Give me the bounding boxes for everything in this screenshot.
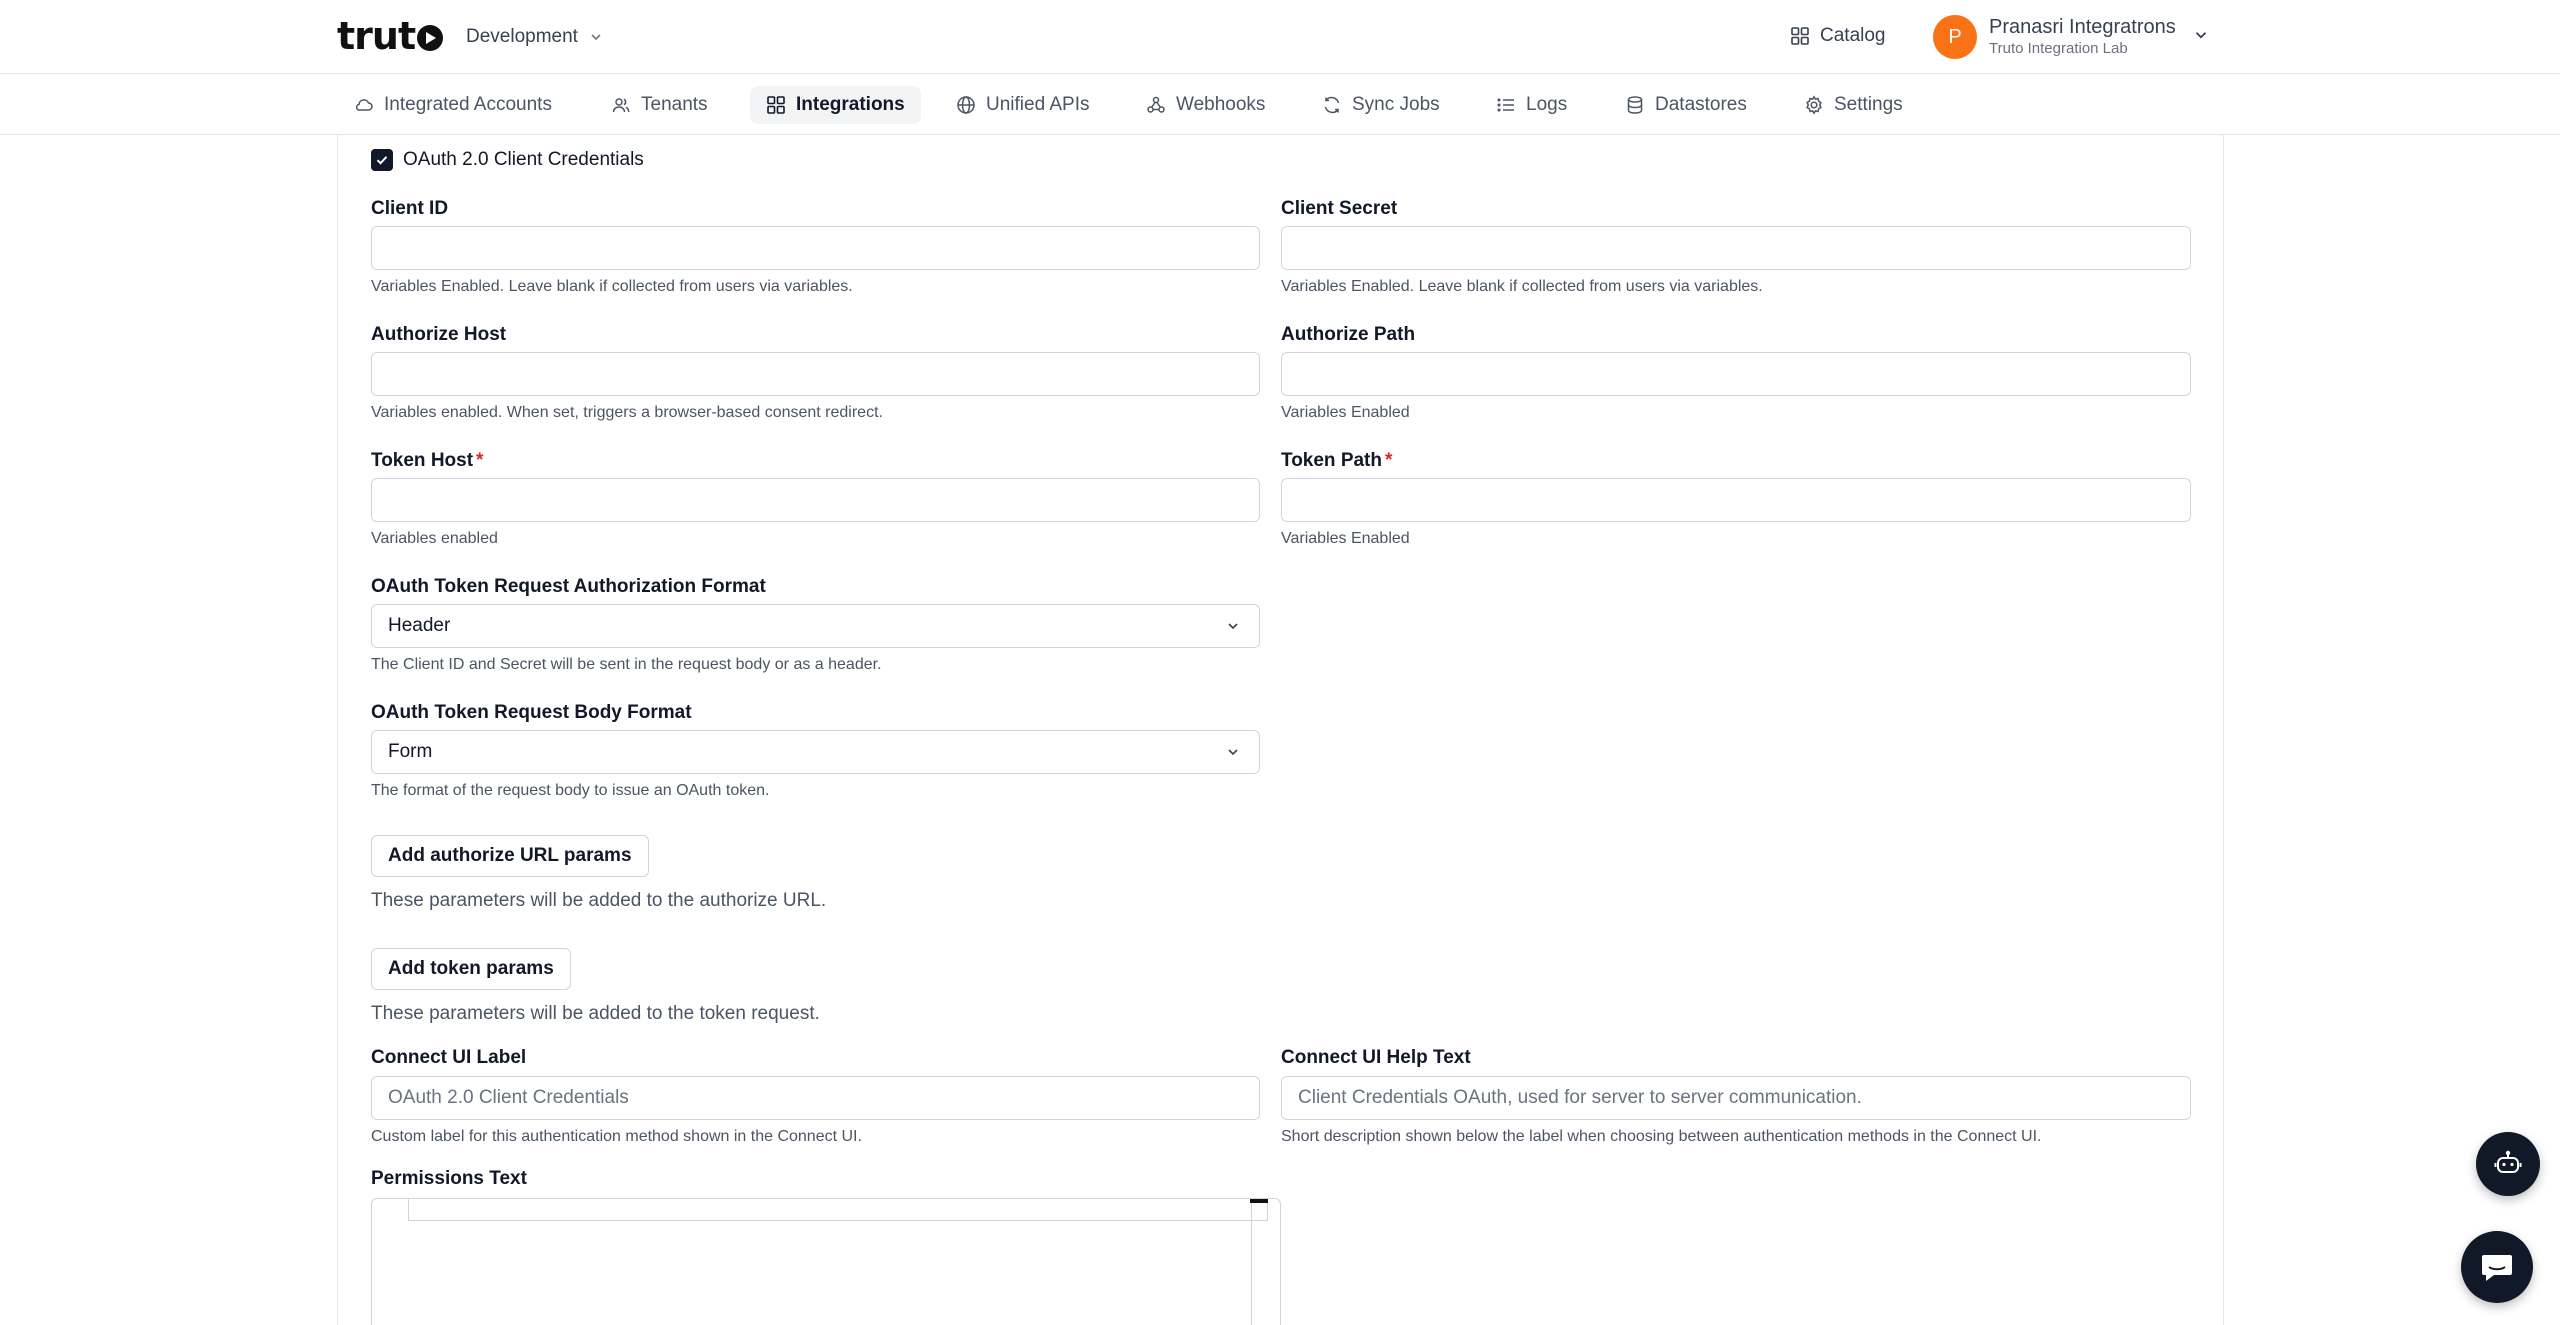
editor-resize-handle[interactable]: [1250, 1199, 1268, 1203]
main-nav: Integrated Accounts Tenants Integrations…: [0, 75, 2560, 135]
authorize-host-help: Variables enabled. When set, triggers a …: [371, 404, 883, 421]
sync-icon: [1324, 96, 1340, 114]
body-format-label: OAuth Token Request Body Format: [371, 702, 692, 723]
top-header: truto trut Development Catalog P Pranasr…: [0, 0, 2560, 74]
token-host-help: Variables enabled: [371, 530, 498, 547]
oauth-client-credentials-checkbox[interactable]: [371, 149, 393, 171]
cloud-icon: [355, 99, 373, 111]
nav-integrated-accounts[interactable]: Integrated Accounts: [338, 86, 568, 124]
required-marker: *: [1385, 450, 1393, 471]
client-secret-label: Client Secret: [1281, 198, 1398, 219]
permissions-text-label: Permissions Text: [371, 1168, 527, 1189]
auth-format-help: The Client ID and Secret will be sent in…: [371, 656, 882, 673]
token-params-help: These parameters will be added to the to…: [371, 1003, 820, 1024]
token-path-help: Variables Enabled: [1281, 530, 1410, 547]
user-menu[interactable]: P Pranasri Integratrons Truto Integratio…: [1933, 14, 2210, 60]
truto-logo[interactable]: truto trut: [337, 14, 444, 58]
authorize-path-help: Variables Enabled: [1281, 404, 1410, 421]
globe-icon: [957, 96, 975, 114]
connect-ui-help-label: Connect UI Help Text: [1281, 1047, 1471, 1068]
auth-format-value: Header: [388, 615, 451, 636]
authorize-path-label: Authorize Path: [1281, 324, 1416, 345]
ai-assistant-button[interactable]: [2476, 1132, 2540, 1196]
catalog-label: Catalog: [1820, 25, 1886, 46]
authorize-params-help: These parameters will be added to the au…: [371, 890, 827, 911]
client-id-label: Client ID: [371, 198, 449, 219]
gear-icon: [1806, 95, 1822, 115]
connect-ui-label-input[interactable]: [371, 1076, 1260, 1120]
auth-format-label: OAuth Token Request Authorization Format: [371, 576, 766, 597]
permissions-text-editor[interactable]: [371, 1198, 1281, 1325]
environment-switcher[interactable]: Development: [466, 22, 604, 52]
chevron-down-icon: [2195, 32, 2206, 39]
user-name: Pranasri Integratrons: [1989, 16, 2176, 38]
connect-ui-help-input[interactable]: [1281, 1076, 2191, 1120]
chat-icon: [2482, 1255, 2512, 1281]
webhook-icon: [1147, 96, 1165, 113]
chevron-down-icon: [591, 34, 601, 41]
nav-integrations[interactable]: Integrations: [750, 86, 921, 124]
check-icon: [376, 156, 388, 165]
token-host-input[interactable]: [371, 478, 1260, 522]
body-format-value: Form: [388, 741, 433, 762]
client-id-help: Variables Enabled. Leave blank if collec…: [371, 278, 853, 295]
editor-toolbar: [408, 1199, 1268, 1221]
connect-ui-help-help: Short description shown below the label …: [1281, 1128, 2042, 1145]
bot-icon: [2494, 1150, 2522, 1173]
users-icon: [612, 98, 630, 113]
authorize-host-label: Authorize Host: [371, 324, 507, 345]
required-marker: *: [476, 450, 484, 471]
nav-webhooks[interactable]: Webhooks: [1130, 86, 1281, 124]
add-token-params-button[interactable]: Add token params: [371, 948, 571, 990]
database-icon: [1627, 96, 1643, 114]
client-secret-help: Variables Enabled. Leave blank if collec…: [1281, 278, 1763, 295]
editor-scrollbar[interactable]: [1251, 1199, 1252, 1325]
authorize-path-input[interactable]: [1281, 352, 2191, 396]
avatar: P: [1933, 15, 1977, 59]
authorize-host-input[interactable]: [371, 352, 1260, 396]
list-icon: [1497, 98, 1514, 112]
nav-unified-apis[interactable]: Unified APIs: [940, 86, 1106, 124]
chevron-down-icon: [1228, 623, 1238, 630]
token-host-label: Token Host *: [371, 450, 484, 471]
user-org: Truto Integration Lab: [1989, 40, 2128, 57]
body-format-select[interactable]: Form: [371, 730, 1260, 774]
client-id-input[interactable]: [371, 226, 1260, 270]
chevron-down-icon: [1228, 749, 1238, 756]
nav-settings[interactable]: Settings: [1788, 86, 1919, 124]
token-path-input[interactable]: [1281, 478, 2191, 522]
nav-sync-jobs[interactable]: Sync Jobs: [1306, 86, 1456, 124]
connect-ui-label-label: Connect UI Label: [371, 1047, 527, 1068]
nav-datastores[interactable]: Datastores: [1609, 86, 1763, 124]
connect-ui-label-help: Custom label for this authentication met…: [371, 1128, 862, 1145]
nav-logs[interactable]: Logs: [1480, 86, 1583, 124]
grid-icon: [1791, 27, 1809, 45]
token-path-label: Token Path *: [1281, 450, 1393, 471]
checkbox-label: OAuth 2.0 Client Credentials: [403, 149, 644, 170]
nav-tenants[interactable]: Tenants: [595, 86, 724, 124]
body-format-help: The format of the request body to issue …: [371, 782, 770, 799]
auth-format-select[interactable]: Header: [371, 604, 1260, 648]
environment-label: Development: [466, 26, 578, 47]
chat-support-button[interactable]: [2461, 1231, 2533, 1303]
add-authorize-url-params-button[interactable]: Add authorize URL params: [371, 835, 649, 877]
client-secret-input[interactable]: [1281, 226, 2191, 270]
grid-icon: [767, 96, 785, 114]
catalog-link[interactable]: Catalog: [1790, 20, 1886, 52]
